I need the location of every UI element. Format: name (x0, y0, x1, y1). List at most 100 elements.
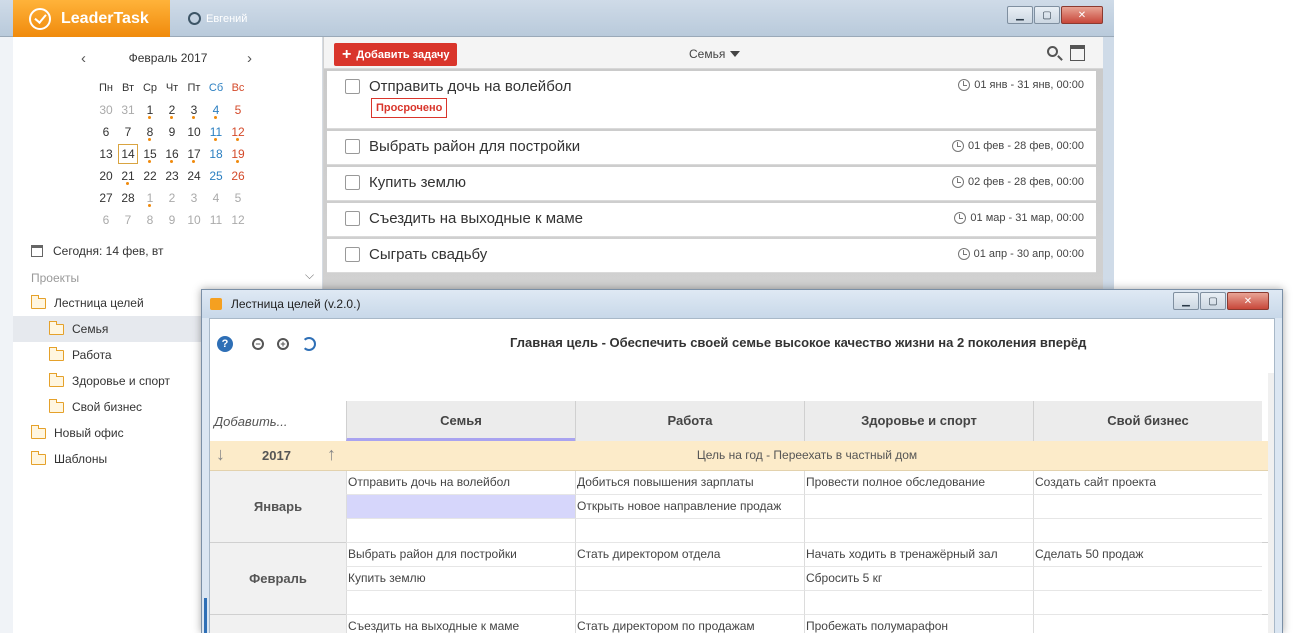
calendar-day[interactable]: 9 (161, 121, 183, 143)
calendar-day[interactable]: 6 (95, 121, 117, 143)
calendar-day[interactable]: 17 (183, 143, 205, 165)
goal-cell[interactable]: Сбросить 5 кг (804, 567, 1033, 591)
goal-cell[interactable]: Отправить дочь на волейбол (346, 471, 575, 495)
goal-cell[interactable] (575, 519, 804, 543)
goal-cell[interactable]: Съездить на выходные к маме (346, 615, 575, 633)
calendar-day[interactable]: 8 (139, 121, 161, 143)
column-header-business[interactable]: Свой бизнес (1033, 401, 1262, 441)
goal-cell[interactable] (804, 495, 1033, 519)
calendar-day[interactable]: 7 (117, 209, 139, 231)
goal-cell[interactable]: Выбрать район для постройки (346, 543, 575, 567)
calendar-day[interactable]: 5 (227, 99, 249, 121)
zoom-in-icon[interactable]: + (277, 338, 289, 350)
calendar-day[interactable]: 14 (117, 143, 139, 165)
goal-cell[interactable]: Добиться повышения зарплаты (575, 471, 804, 495)
refresh-icon[interactable] (302, 337, 316, 351)
task-row[interactable]: Съездить на выходные к маме 01 мар - 31 … (327, 203, 1096, 237)
goal-cell[interactable] (346, 519, 575, 543)
task-row[interactable]: Купить землю 02 фев - 28 фев, 00:00 (327, 167, 1096, 201)
arrow-up-icon[interactable]: ↑ (327, 444, 336, 465)
sync-icon[interactable] (188, 12, 201, 25)
goal-cell[interactable] (346, 591, 575, 615)
calendar-day[interactable]: 3 (183, 99, 205, 121)
calendar-day[interactable]: 13 (95, 143, 117, 165)
goal-cell[interactable] (575, 567, 804, 591)
goal-cell[interactable] (1033, 519, 1262, 543)
chevron-down-icon[interactable]: ⌵ (305, 268, 314, 283)
today-line[interactable]: Сегодня: 14 фев, вт (31, 244, 164, 258)
calendar-day[interactable]: 12 (227, 209, 249, 231)
minimize-button[interactable]: ▁ (1173, 292, 1199, 310)
goal-cell[interactable] (1033, 495, 1262, 519)
task-checkbox[interactable] (345, 247, 360, 262)
task-checkbox[interactable] (345, 139, 360, 154)
calendar-day[interactable]: 18 (205, 143, 227, 165)
column-header-work[interactable]: Работа (575, 401, 804, 441)
goal-cell[interactable] (1033, 615, 1262, 633)
calendar-day[interactable]: 28 (117, 187, 139, 209)
column-header-health[interactable]: Здоровье и спорт (804, 401, 1033, 441)
goal-cell[interactable] (346, 495, 575, 519)
calendar-day[interactable]: 4 (205, 99, 227, 121)
user-area[interactable]: Евгений (188, 12, 247, 25)
calendar-day[interactable]: 21 (117, 165, 139, 187)
arrow-down-icon[interactable]: ↓ (216, 444, 225, 465)
calendar-next-icon[interactable]: › (247, 50, 252, 67)
calendar-day[interactable]: 19 (227, 143, 249, 165)
calendar-day[interactable]: 23 (161, 165, 183, 187)
calendar-day[interactable]: 25 (205, 165, 227, 187)
calendar-day[interactable]: 11 (205, 121, 227, 143)
task-checkbox[interactable] (345, 175, 360, 190)
calendar-day[interactable]: 2 (161, 187, 183, 209)
calendar-day[interactable]: 9 (161, 209, 183, 231)
search-icon[interactable] (1047, 46, 1058, 57)
task-checkbox[interactable] (345, 211, 360, 226)
calendar-day[interactable]: 16 (161, 143, 183, 165)
close-button[interactable]: ✕ (1227, 292, 1269, 310)
task-row[interactable]: Отправить дочь на волейбол Просрочено 01… (327, 71, 1096, 129)
calendar-day[interactable]: 22 (139, 165, 161, 187)
goal-cell[interactable] (804, 519, 1033, 543)
task-row[interactable]: Сыграть свадьбу 01 апр - 30 апр, 00:00 (327, 239, 1096, 273)
calendar-day[interactable]: 5 (227, 187, 249, 209)
calendar-day[interactable]: 31 (117, 99, 139, 121)
calendar-day[interactable]: 26 (227, 165, 249, 187)
calendar-day[interactable]: 12 (227, 121, 249, 143)
zoom-out-icon[interactable]: − (252, 338, 264, 350)
calendar-day[interactable]: 7 (117, 121, 139, 143)
goal-cell[interactable] (804, 591, 1033, 615)
vertical-scrollbar[interactable] (1268, 373, 1274, 633)
goal-cell[interactable]: Создать сайт проекта (1033, 471, 1262, 495)
maximize-button[interactable]: ▢ (1200, 292, 1226, 310)
calendar-day[interactable]: 10 (183, 209, 205, 231)
task-row[interactable]: Выбрать район для постройки 01 фев - 28 … (327, 131, 1096, 165)
brand[interactable]: LeaderTask (13, 0, 170, 37)
goal-cell[interactable] (1033, 567, 1262, 591)
project-filter-select[interactable]: Семья (689, 47, 741, 61)
calendar-day[interactable]: 10 (183, 121, 205, 143)
minimize-button[interactable]: ▁ (1007, 6, 1033, 24)
calendar-day[interactable]: 11 (205, 209, 227, 231)
calendar-day[interactable]: 3 (183, 187, 205, 209)
calendar-day[interactable]: 27 (95, 187, 117, 209)
calendar-day[interactable]: 8 (139, 209, 161, 231)
calendar-day[interactable]: 24 (183, 165, 205, 187)
calendar-day[interactable]: 1 (139, 187, 161, 209)
goal-cell[interactable]: Начать ходить в тренажёрный зал (804, 543, 1033, 567)
calendar-day[interactable]: 15 (139, 143, 161, 165)
calendar-icon[interactable] (1070, 45, 1085, 61)
column-header-family[interactable]: Семья (346, 401, 575, 441)
add-goal-input[interactable]: Добавить... (214, 414, 287, 429)
calendar-day[interactable]: 2 (161, 99, 183, 121)
goal-cell[interactable] (575, 591, 804, 615)
close-button[interactable]: ✕ (1061, 6, 1103, 24)
calendar-day[interactable]: 30 (95, 99, 117, 121)
goal-cell[interactable] (1033, 591, 1262, 615)
goal-cell[interactable]: Провести полное обследование (804, 471, 1033, 495)
ladder-titlebar[interactable]: Лестница целей (v.2.0.) ▁ ▢ ✕ (202, 290, 1282, 318)
goal-cell[interactable]: Сделать 50 продаж (1033, 543, 1262, 567)
goal-cell[interactable]: Купить землю (346, 567, 575, 591)
task-checkbox[interactable] (345, 79, 360, 94)
add-task-button[interactable]: + Добавить задачу (334, 43, 458, 66)
calendar-day[interactable]: 1 (139, 99, 161, 121)
